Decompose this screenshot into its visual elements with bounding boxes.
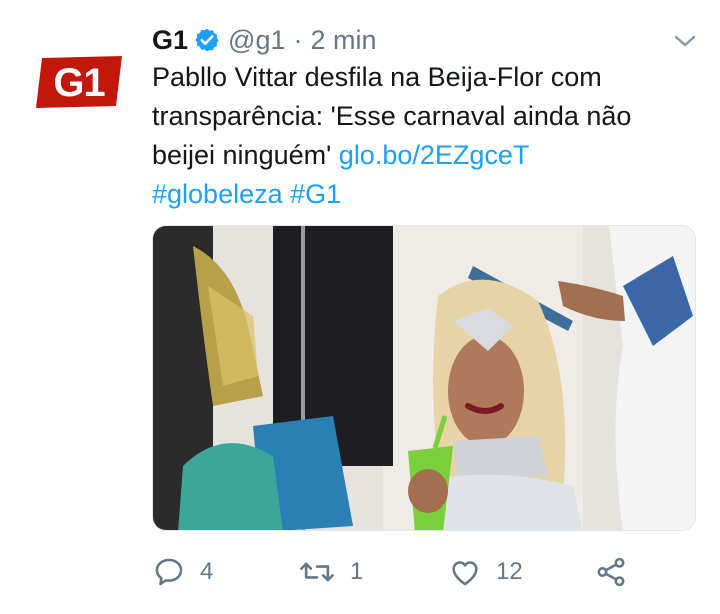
tweet[interactable]: G1 G1 @g1 · 2 min Pabllo Vittar desfila … [0,0,720,614]
tweet-actions: 4 1 12 [152,552,672,592]
share-icon [597,557,625,587]
verified-badge-icon [194,27,220,53]
tweet-link[interactable]: glo.bo/2EZgceT [339,140,530,170]
g1-logo-text: G1 [53,61,105,105]
retweet-count: 1 [350,558,364,585]
tweet-header: G1 @g1 · 2 min [152,20,377,60]
header-separator: · [293,24,303,55]
tweet-text: Pabllo Vittar desfila na Beija-Flor com … [152,58,700,214]
reply-icon [155,558,183,586]
retweet-button[interactable]: 1 [298,552,363,592]
author-display-name[interactable]: G1 [152,25,188,56]
like-count: 12 [496,558,523,585]
avatar[interactable]: G1 [32,50,126,110]
reply-button[interactable]: 4 [152,552,213,592]
heart-icon [452,561,478,586]
tweet-photo[interactable] [152,225,696,531]
chevron-down-icon[interactable] [672,32,698,50]
retweet-icon [300,562,334,582]
tweet-timestamp[interactable]: 2 min [310,25,376,56]
hashtag-g1[interactable]: #G1 [290,179,341,209]
reply-count: 4 [200,558,214,585]
share-button[interactable] [594,552,628,592]
hashtag-globeleza[interactable]: #globeleza [152,179,283,209]
author-handle[interactable]: @g1 [228,25,285,56]
like-button[interactable]: 12 [448,552,523,592]
